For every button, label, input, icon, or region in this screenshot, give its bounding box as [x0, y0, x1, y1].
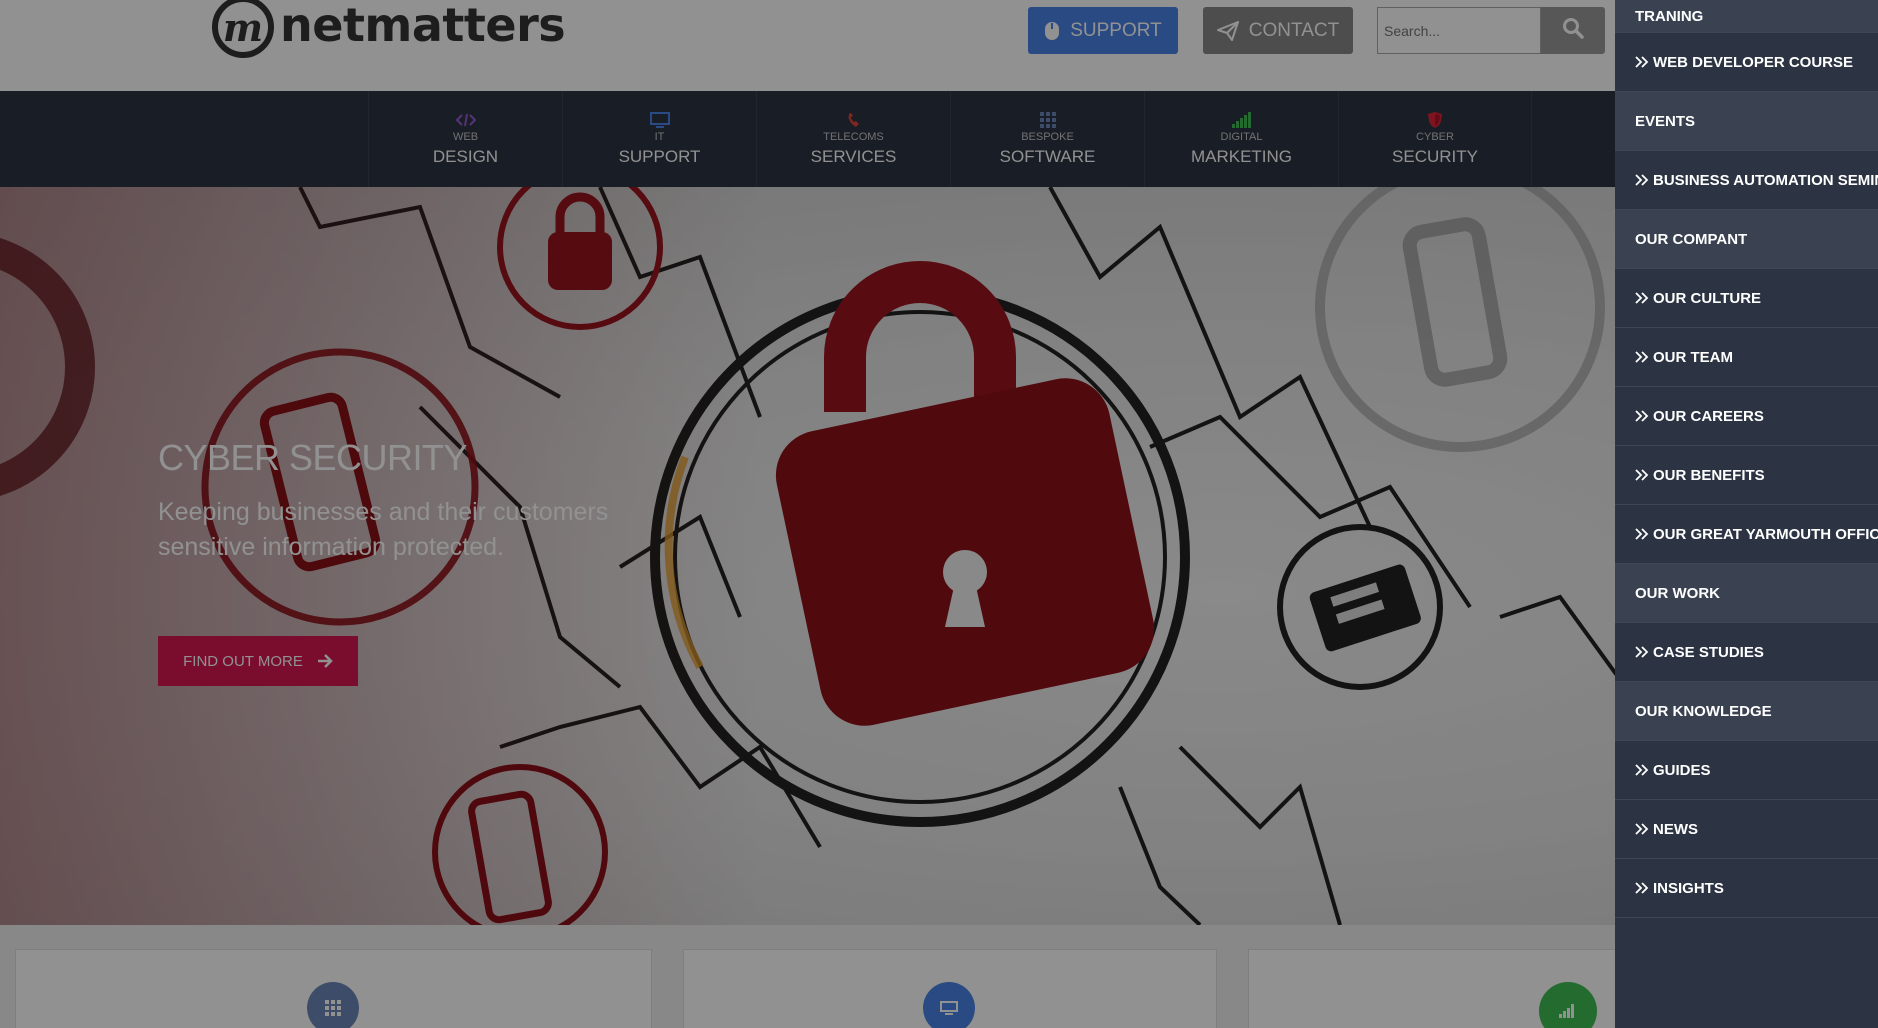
double-chevron-right-icon — [1635, 528, 1649, 540]
double-chevron-right-icon — [1635, 174, 1649, 186]
menu-label: OUR BENEFITS — [1653, 466, 1765, 484]
menu-item-our-culture[interactable]: OUR CULTURE — [1615, 269, 1878, 328]
double-chevron-right-icon — [1635, 764, 1649, 776]
menu-item-our-team[interactable]: OUR TEAM — [1615, 328, 1878, 387]
menu-label: OUR COMPANT — [1635, 230, 1748, 248]
page-dim-overlay[interactable] — [0, 0, 1615, 1028]
menu-heading-our-work[interactable]: OUR WORK — [1615, 564, 1878, 623]
menu-item-guides[interactable]: GUIDES — [1615, 741, 1878, 800]
menu-item-web-developer-course[interactable]: WEB DEVELOPER COURSE — [1615, 33, 1878, 92]
menu-label: BUSINESS AUTOMATION SEMINAR — [1653, 171, 1878, 189]
menu-label: CASE STUDIES — [1653, 643, 1764, 661]
menu-item-case-studies[interactable]: CASE STUDIES — [1615, 623, 1878, 682]
menu-heading-training[interactable]: TRANING — [1615, 0, 1878, 33]
double-chevron-right-icon — [1635, 646, 1649, 658]
double-chevron-right-icon — [1635, 823, 1649, 835]
menu-item-business-automation-seminar[interactable]: BUSINESS AUTOMATION SEMINAR — [1615, 151, 1878, 210]
menu-heading-events[interactable]: EVENTS — [1615, 92, 1878, 151]
double-chevron-right-icon — [1635, 469, 1649, 481]
menu-label: OUR TEAM — [1653, 348, 1733, 366]
menu-label: TRANING — [1635, 8, 1704, 25]
menu-item-our-great-yarmouth-office[interactable]: OUR GREAT YARMOUTH OFFICE — [1615, 505, 1878, 564]
double-chevron-right-icon — [1635, 410, 1649, 422]
menu-label: WEB DEVELOPER COURSE — [1653, 53, 1854, 71]
menu-label: OUR CAREERS — [1653, 407, 1764, 425]
menu-heading-our-knowledge[interactable]: OUR KNOWLEDGE — [1615, 682, 1878, 741]
menu-label: OUR KNOWLEDGE — [1635, 702, 1772, 720]
menu-item-news[interactable]: NEWS — [1615, 800, 1878, 859]
menu-label: EVENTS — [1635, 112, 1696, 130]
menu-item-our-benefits[interactable]: OUR BENEFITS — [1615, 446, 1878, 505]
double-chevron-right-icon — [1635, 56, 1649, 68]
double-chevron-right-icon — [1635, 351, 1649, 363]
menu-item-insights[interactable]: INSIGHTS — [1615, 859, 1878, 918]
double-chevron-right-icon — [1635, 292, 1649, 304]
menu-heading-our-company[interactable]: OUR COMPANT — [1615, 210, 1878, 269]
side-menu: TRANING WEB DEVELOPER COURSE EVENTS BUSI… — [1615, 0, 1878, 1028]
menu-label: NEWS — [1653, 820, 1698, 838]
menu-label: OUR WORK — [1635, 584, 1720, 602]
menu-label: INSIGHTS — [1653, 879, 1724, 897]
menu-item-our-careers[interactable]: OUR CAREERS — [1615, 387, 1878, 446]
menu-label: OUR CULTURE — [1653, 289, 1762, 307]
menu-label: GUIDES — [1653, 761, 1711, 779]
double-chevron-right-icon — [1635, 882, 1649, 894]
menu-label: OUR GREAT YARMOUTH OFFICE — [1653, 525, 1878, 543]
